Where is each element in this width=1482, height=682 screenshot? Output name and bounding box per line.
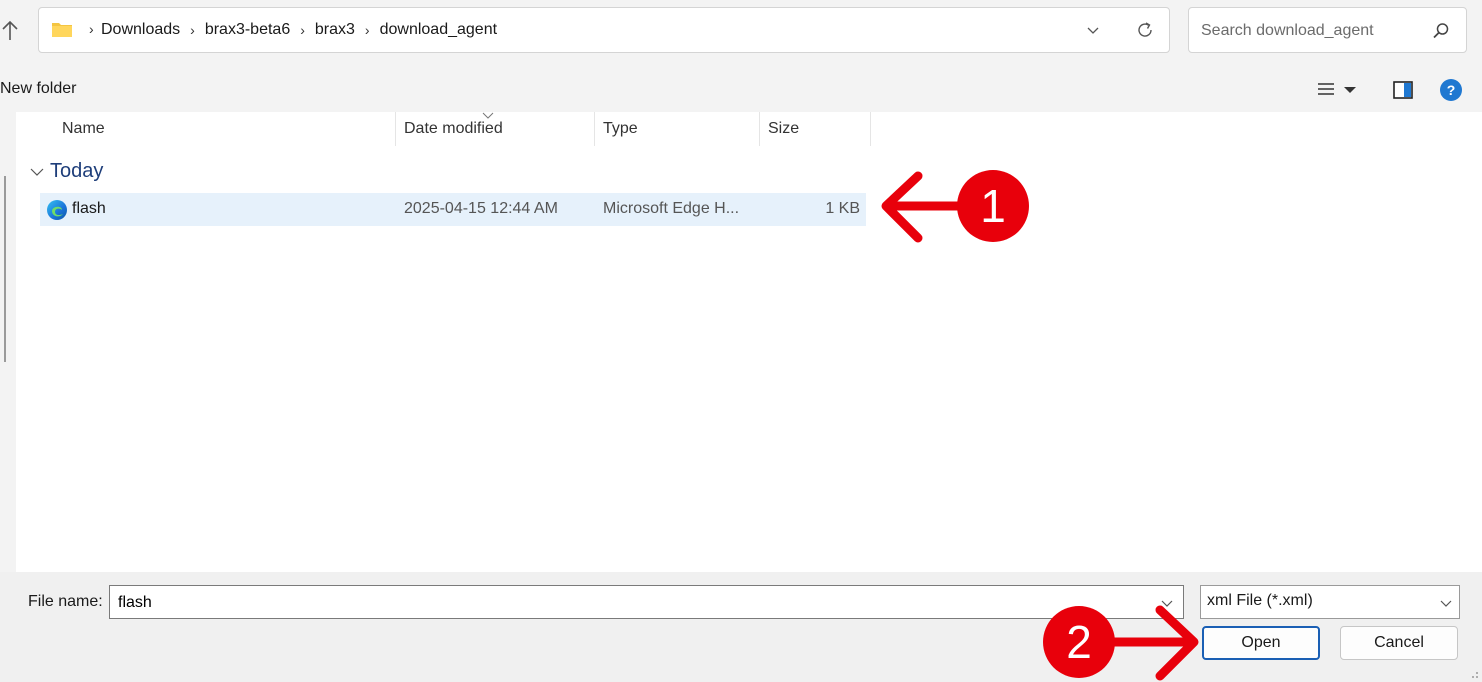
preview-pane-icon[interactable] (1392, 80, 1414, 100)
column-headers: Name Date modified Type Size (16, 112, 876, 146)
annotation-badge-2: 2 (1043, 606, 1115, 678)
chevron-down-icon (30, 168, 44, 176)
file-type-select[interactable]: xml File (*.xml) (1200, 585, 1460, 619)
open-button[interactable]: Open (1202, 626, 1320, 660)
svg-text:?: ? (1447, 82, 1456, 98)
annotation-badge-1: 1 (957, 170, 1029, 242)
help-icon[interactable]: ? (1439, 78, 1463, 102)
chevron-right-icon: › (300, 22, 305, 38)
address-row: › Downloads › brax3-beta6 › brax3 › down… (0, 0, 1482, 66)
file-name: flash (72, 200, 106, 217)
up-arrow-icon[interactable] (0, 18, 20, 42)
chevron-right-icon: › (190, 22, 195, 38)
annotation-arrow-1 (881, 171, 962, 243)
cancel-button[interactable]: Cancel (1340, 626, 1458, 660)
breadcrumb-brax3-beta6[interactable]: brax3-beta6 (205, 21, 290, 39)
file-name-combobox[interactable] (109, 585, 1184, 619)
file-type: Microsoft Edge H... (603, 200, 740, 217)
annotation-arrow-2 (1110, 605, 1199, 681)
search-input[interactable] (1199, 18, 1423, 44)
column-header-name[interactable]: Name (62, 112, 396, 146)
resize-grip-icon[interactable] (1466, 666, 1480, 680)
file-row[interactable]: flash 2025-04-15 12:44 AM Microsoft Edge… (40, 193, 866, 226)
breadcrumb-downloads[interactable]: Downloads (101, 21, 180, 39)
file-list[interactable]: Name Date modified Type Size Today flash… (16, 112, 1482, 572)
chevron-right-icon: › (364, 22, 370, 38)
chevron-right-icon: › (89, 21, 94, 37)
edge-browser-icon (47, 200, 67, 220)
chevron-down-icon (1440, 600, 1452, 607)
search-icon[interactable] (1431, 21, 1451, 41)
refresh-icon[interactable] (1135, 20, 1155, 40)
new-folder-button[interactable]: New folder (0, 80, 76, 98)
column-header-size[interactable]: Size (760, 112, 871, 146)
file-date: 2025-04-15 12:44 AM (404, 200, 558, 217)
group-label: Today (50, 160, 104, 182)
command-bar: New folder ? (0, 66, 1482, 112)
navigation-pane-edge (0, 112, 16, 572)
file-name-label: File name: (28, 593, 103, 610)
file-type-selected: xml File (*.xml) (1207, 592, 1313, 609)
breadcrumb-download-agent[interactable]: download_agent (380, 21, 497, 39)
chevron-down-icon[interactable] (1085, 22, 1101, 38)
nav-scrollbar[interactable] (4, 176, 6, 362)
dialog-footer: File name: xml File (*.xml) Open Cancel (0, 572, 1482, 682)
column-header-type[interactable]: Type (595, 112, 760, 146)
column-header-date-modified[interactable]: Date modified (396, 112, 595, 146)
group-header-today[interactable]: Today (30, 160, 103, 183)
address-bar[interactable]: › Downloads › brax3-beta6 › brax3 › down… (38, 7, 1170, 53)
folder-icon (52, 23, 72, 37)
breadcrumb-brax3[interactable]: brax3 (315, 21, 355, 39)
sort-caret-icon (482, 112, 494, 119)
file-name-input[interactable] (116, 591, 1140, 615)
search-box[interactable] (1188, 7, 1467, 53)
file-size: 1 KB (825, 200, 860, 217)
view-menu-icon[interactable] (1316, 79, 1364, 101)
